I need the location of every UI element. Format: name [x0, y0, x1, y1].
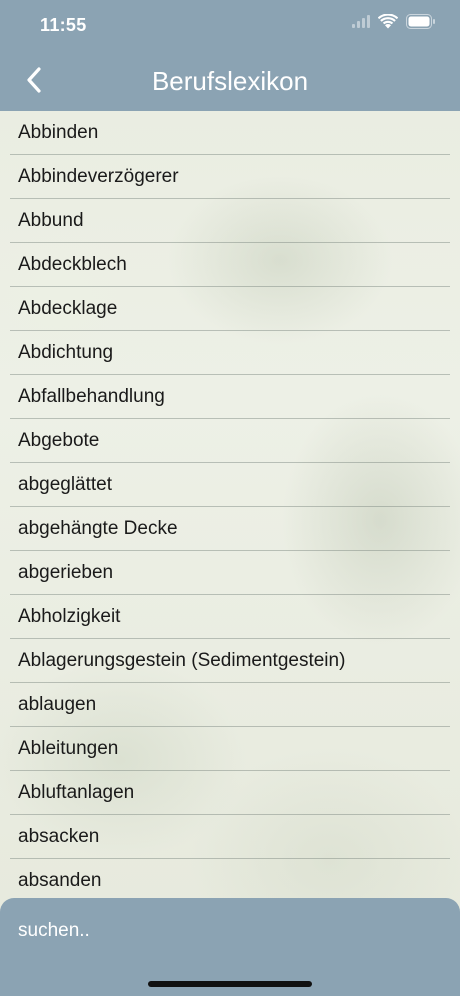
list-item[interactable]: Ableitungen — [10, 727, 450, 771]
home-indicator[interactable] — [148, 981, 312, 987]
battery-icon — [406, 14, 436, 29]
list-item[interactable]: abgerieben — [10, 551, 450, 595]
list-item[interactable]: absacken — [10, 815, 450, 859]
search-input[interactable] — [8, 908, 450, 954]
header: 11:55 Berufslexikon — [0, 0, 460, 111]
list-item[interactable]: abgehängte Decke — [10, 507, 450, 551]
status-icons — [352, 14, 436, 29]
list-item[interactable]: Abdeckblech — [10, 243, 450, 287]
list-item[interactable]: absanden — [10, 859, 450, 898]
list-item[interactable]: Abfallbehandlung — [10, 375, 450, 419]
cellular-signal-icon — [352, 15, 370, 28]
status-bar: 11:55 — [0, 0, 460, 50]
list-item[interactable]: Abdecklage — [10, 287, 450, 331]
list-item[interactable]: Abbindeverzögerer — [10, 155, 450, 199]
term-list[interactable]: Abbinden Abbindeverzögerer Abbund Abdeck… — [0, 111, 460, 898]
list-item[interactable]: Ablagerungsgestein (Sedimentgestein) — [10, 639, 450, 683]
page-title: Berufslexikon — [151, 66, 309, 96]
list-item[interactable]: Abbund — [10, 199, 450, 243]
navigation-bar: Berufslexikon — [0, 56, 460, 106]
wifi-icon — [378, 14, 398, 29]
list-item[interactable]: abgeglättet — [10, 463, 450, 507]
status-time: 11:55 — [40, 15, 87, 35]
list-item[interactable]: Abholzigkeit — [10, 595, 450, 639]
list-item[interactable]: Abdichtung — [10, 331, 450, 375]
list-item[interactable]: ablaugen — [10, 683, 450, 727]
list-item[interactable]: Abluftanlagen — [10, 771, 450, 815]
list-item[interactable]: Abbinden — [10, 111, 450, 155]
list-item[interactable]: Abgebote — [10, 419, 450, 463]
